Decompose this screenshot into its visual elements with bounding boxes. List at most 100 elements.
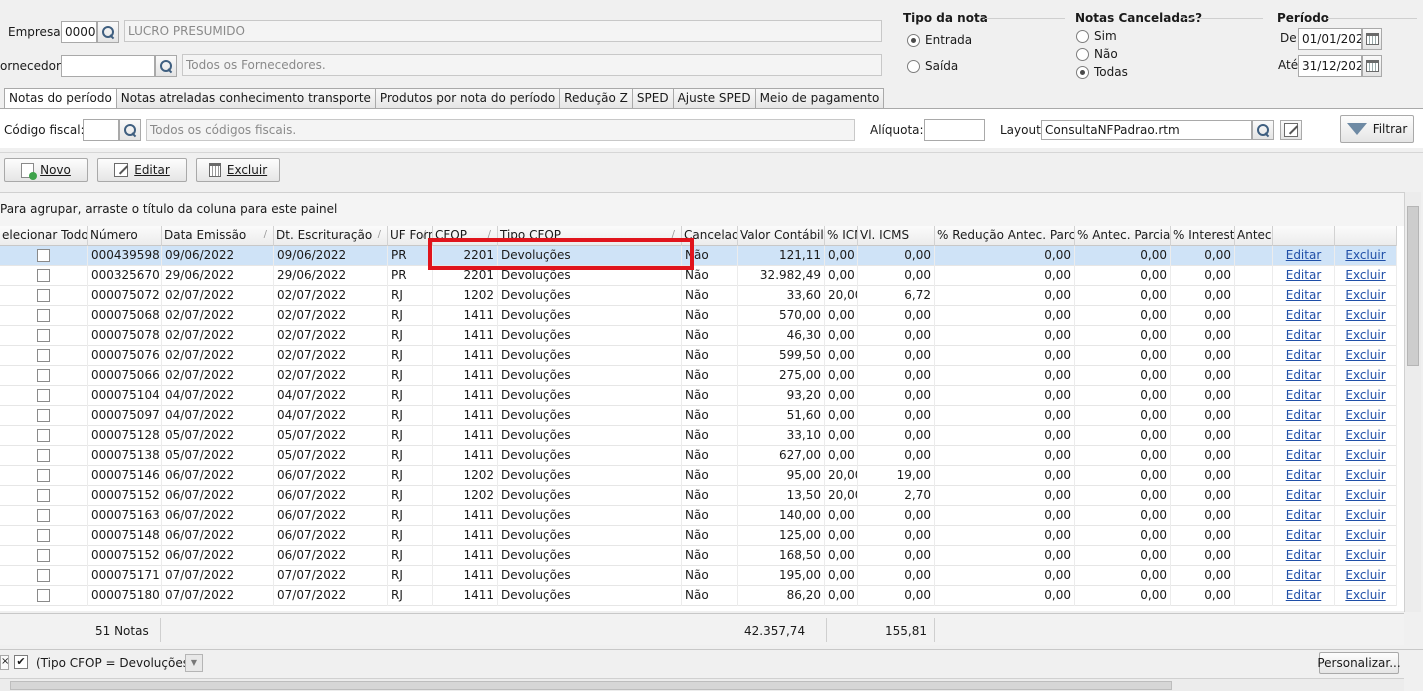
row-edit-link[interactable]: Editar bbox=[1286, 368, 1322, 382]
row-select-checkbox[interactable] bbox=[37, 489, 50, 502]
table-row[interactable]: 000075138 05/07/2022 05/07/2022 RJ 1411 Devol… bbox=[0, 446, 1397, 466]
tab-notas-do-periodo[interactable]: Notas do período bbox=[4, 88, 117, 109]
row-select-checkbox[interactable] bbox=[37, 269, 50, 282]
row-select-checkbox[interactable] bbox=[37, 289, 50, 302]
row-edit-link[interactable]: Editar bbox=[1286, 268, 1322, 282]
row-select-checkbox[interactable] bbox=[37, 549, 50, 562]
row-delete-link[interactable]: Excluir bbox=[1345, 268, 1385, 282]
header-antec[interactable]: Antec. bbox=[1235, 226, 1273, 246]
header-selecionar-todos[interactable]: elecionar Todos bbox=[0, 226, 88, 246]
table-row[interactable]: 000075163 06/07/2022 06/07/2022 RJ 1411 Devol… bbox=[0, 506, 1397, 526]
row-delete-link[interactable]: Excluir bbox=[1345, 388, 1385, 402]
table-row[interactable]: 000075152 06/07/2022 06/07/2022 RJ 1411 Devol… bbox=[0, 546, 1397, 566]
row-select-checkbox[interactable] bbox=[37, 569, 50, 582]
row-edit-link[interactable]: Editar bbox=[1286, 488, 1322, 502]
tab-ajuste-sped[interactable]: Ajuste SPED bbox=[672, 88, 756, 108]
table-row[interactable]: 000075097 04/07/2022 04/07/2022 RJ 1411 Devol… bbox=[0, 406, 1397, 426]
row-select-checkbox[interactable] bbox=[37, 369, 50, 382]
table-row[interactable]: 000075104 04/07/2022 04/07/2022 RJ 1411 Devol… bbox=[0, 386, 1397, 406]
excluir-button[interactable]: Excluir bbox=[196, 158, 280, 182]
aliquota-input[interactable] bbox=[924, 119, 985, 141]
row-select-checkbox[interactable] bbox=[37, 309, 50, 322]
radio-saida[interactable] bbox=[907, 60, 920, 73]
table-row[interactable]: 000075180 07/07/2022 07/07/2022 RJ 1411 Devol… bbox=[0, 586, 1397, 606]
row-delete-link[interactable]: Excluir bbox=[1345, 328, 1385, 342]
scroll-thumb[interactable] bbox=[1407, 206, 1419, 366]
header-dt-escrituracao[interactable]: Dt. Escrituração / bbox=[274, 226, 388, 246]
row-select-checkbox[interactable] bbox=[37, 429, 50, 442]
table-row[interactable]: 000075076 02/07/2022 02/07/2022 RJ 1411 Devol… bbox=[0, 346, 1397, 366]
row-edit-link[interactable]: Editar bbox=[1286, 508, 1322, 522]
row-delete-link[interactable]: Excluir bbox=[1345, 408, 1385, 422]
row-select-checkbox[interactable] bbox=[37, 409, 50, 422]
novo-button[interactable]: Novo bbox=[4, 158, 88, 182]
editar-button[interactable]: Editar bbox=[97, 158, 187, 182]
row-delete-link[interactable]: Excluir bbox=[1345, 348, 1385, 362]
header-interest[interactable]: % Interest. bbox=[1171, 226, 1235, 246]
row-edit-link[interactable]: Editar bbox=[1286, 248, 1322, 262]
personalizar-button[interactable]: Personalizar... bbox=[1317, 652, 1401, 674]
row-edit-link[interactable]: Editar bbox=[1286, 548, 1322, 562]
header-vl-icms[interactable]: Vl. ICMS bbox=[858, 226, 935, 246]
layout-search-button[interactable] bbox=[1252, 120, 1274, 140]
header-delete-col[interactable] bbox=[1335, 226, 1397, 246]
vertical-scrollbar[interactable] bbox=[1404, 192, 1421, 612]
table-row[interactable]: 000075148 06/07/2022 06/07/2022 RJ 1411 Devol… bbox=[0, 526, 1397, 546]
table-row[interactable]: 000075066 02/07/2022 02/07/2022 RJ 1411 Devol… bbox=[0, 366, 1397, 386]
radio-entrada[interactable] bbox=[907, 34, 920, 47]
row-edit-link[interactable]: Editar bbox=[1286, 308, 1322, 322]
empresa-code-input[interactable]: 00001 bbox=[61, 21, 97, 43]
fornecedor-code-input[interactable] bbox=[61, 55, 155, 77]
filter-history-dropdown[interactable]: ▼ bbox=[185, 654, 203, 672]
row-select-checkbox[interactable] bbox=[37, 249, 50, 262]
table-row[interactable]: 000075146 06/07/2022 06/07/2022 RJ 1202 Devol… bbox=[0, 466, 1397, 486]
radio-sim[interactable] bbox=[1076, 30, 1089, 43]
tab-sped[interactable]: SPED bbox=[631, 88, 674, 108]
row-select-checkbox[interactable] bbox=[37, 389, 50, 402]
header-antec-parcial[interactable]: % Antec. Parcial bbox=[1075, 226, 1171, 246]
table-row[interactable]: 000075171 07/07/2022 07/07/2022 RJ 1411 Devol… bbox=[0, 566, 1397, 586]
row-select-checkbox[interactable] bbox=[37, 329, 50, 342]
row-delete-link[interactable]: Excluir bbox=[1345, 288, 1385, 302]
codigo-fiscal-search-button[interactable] bbox=[119, 119, 141, 141]
radio-nao[interactable] bbox=[1076, 48, 1089, 61]
row-delete-link[interactable]: Excluir bbox=[1345, 588, 1385, 602]
row-delete-link[interactable]: Excluir bbox=[1345, 568, 1385, 582]
row-delete-link[interactable]: Excluir bbox=[1345, 448, 1385, 462]
row-delete-link[interactable]: Excluir bbox=[1345, 468, 1385, 482]
row-edit-link[interactable]: Editar bbox=[1286, 328, 1322, 342]
row-select-checkbox[interactable] bbox=[37, 529, 50, 542]
header-uf-forn[interactable]: UF Forn / bbox=[388, 226, 433, 246]
row-delete-link[interactable]: Excluir bbox=[1345, 308, 1385, 322]
table-row[interactable]: 000075078 02/07/2022 02/07/2022 RJ 1411 Devol… bbox=[0, 326, 1397, 346]
header-data-emissao[interactable]: Data Emissão / bbox=[162, 226, 274, 246]
radio-todas[interactable] bbox=[1076, 66, 1089, 79]
periodo-ate-calendar-button[interactable] bbox=[1362, 55, 1382, 77]
row-delete-link[interactable]: Excluir bbox=[1345, 428, 1385, 442]
hscroll-thumb[interactable] bbox=[10, 681, 1172, 690]
table-row[interactable]: 000075152 06/07/2022 06/07/2022 RJ 1202 Devol… bbox=[0, 486, 1397, 506]
header-numero[interactable]: Número bbox=[88, 226, 162, 246]
header-edit-col[interactable] bbox=[1273, 226, 1335, 246]
tab-meio-pagamento[interactable]: Meio de pagamento bbox=[754, 88, 885, 108]
row-edit-link[interactable]: Editar bbox=[1286, 428, 1322, 442]
row-edit-link[interactable]: Editar bbox=[1286, 588, 1322, 602]
row-edit-link[interactable]: Editar bbox=[1286, 348, 1322, 362]
table-row[interactable]: 000075068 02/07/2022 02/07/2022 RJ 1411 Devol… bbox=[0, 306, 1397, 326]
layout-input[interactable]: ConsultaNFPadrao.rtm bbox=[1041, 120, 1252, 140]
periodo-ate-input[interactable]: 31/12/2022 bbox=[1298, 55, 1362, 77]
table-row[interactable]: 000325670 29/06/2022 29/06/2022 PR 2201 Devol… bbox=[0, 266, 1397, 286]
tab-reducao-z[interactable]: Redução Z bbox=[559, 88, 633, 108]
row-edit-link[interactable]: Editar bbox=[1286, 528, 1322, 542]
row-select-checkbox[interactable] bbox=[37, 509, 50, 522]
row-select-checkbox[interactable] bbox=[37, 589, 50, 602]
row-edit-link[interactable]: Editar bbox=[1286, 448, 1322, 462]
row-select-checkbox[interactable] bbox=[37, 449, 50, 462]
empresa-search-button[interactable] bbox=[97, 21, 119, 43]
codigo-fiscal-input[interactable] bbox=[83, 119, 119, 141]
layout-edit-button[interactable] bbox=[1280, 120, 1302, 140]
row-edit-link[interactable]: Editar bbox=[1286, 408, 1322, 422]
row-select-checkbox[interactable] bbox=[37, 469, 50, 482]
row-delete-link[interactable]: Excluir bbox=[1345, 508, 1385, 522]
periodo-de-input[interactable]: 01/01/2022 bbox=[1298, 28, 1362, 50]
